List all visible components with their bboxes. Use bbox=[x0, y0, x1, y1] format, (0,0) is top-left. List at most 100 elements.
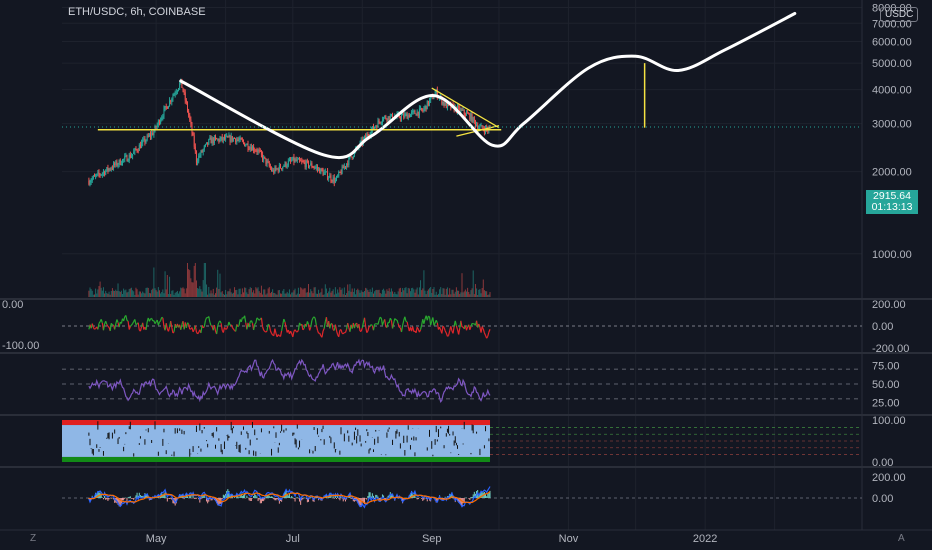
macd-histogram-bar bbox=[167, 498, 169, 499]
oscillator-segment bbox=[450, 326, 453, 331]
macd-histogram-bar bbox=[243, 495, 245, 498]
candle-body bbox=[342, 166, 344, 169]
volume-bar bbox=[461, 273, 463, 297]
oscillator-segment bbox=[486, 335, 489, 339]
candle-body bbox=[318, 168, 320, 170]
volume-bar bbox=[463, 291, 465, 297]
candle-body bbox=[403, 113, 405, 118]
volume-bar bbox=[406, 293, 408, 297]
volume-bar bbox=[383, 288, 385, 297]
volume-bar bbox=[104, 293, 106, 297]
candle-body bbox=[281, 168, 283, 170]
volume-bar bbox=[453, 293, 455, 297]
candle-body bbox=[347, 163, 349, 165]
macd-histogram-bar bbox=[290, 497, 292, 498]
volume-bar bbox=[359, 292, 361, 297]
oscillator-segment bbox=[302, 328, 305, 331]
volume-bar bbox=[328, 291, 330, 297]
volume-bar bbox=[430, 287, 432, 297]
volume-bar bbox=[189, 270, 191, 297]
candle-body bbox=[336, 176, 338, 181]
candle-body bbox=[167, 106, 169, 109]
zoom-reset-icon[interactable]: Z bbox=[30, 533, 36, 544]
candle-body bbox=[250, 147, 252, 151]
candle-body bbox=[275, 167, 277, 169]
candle-body bbox=[197, 161, 199, 163]
candle-body bbox=[147, 135, 149, 137]
oscillator-segment bbox=[396, 319, 399, 324]
volume-bar bbox=[403, 290, 405, 297]
macd-histogram-bar bbox=[170, 498, 172, 499]
volume-bar bbox=[393, 293, 395, 297]
oscillator-segment bbox=[443, 327, 446, 332]
volume-bar bbox=[262, 294, 264, 297]
candle-body bbox=[351, 156, 353, 159]
chart-canvas[interactable]: May Jul Sep Nov 2022 1000.00 2000.00 3000.00 400… bbox=[0, 0, 932, 550]
volume-bar bbox=[347, 284, 349, 297]
candle-body bbox=[332, 177, 334, 182]
oscillator-segment bbox=[180, 324, 183, 330]
candle-body bbox=[106, 167, 108, 171]
volume-bar bbox=[139, 291, 141, 297]
candle-body bbox=[315, 167, 317, 169]
candle-body bbox=[420, 108, 422, 110]
volume-bar bbox=[350, 291, 352, 297]
candle-body bbox=[179, 83, 181, 89]
candle-body bbox=[213, 136, 215, 143]
macd-histogram-bar bbox=[339, 498, 341, 501]
volume-bar bbox=[91, 290, 93, 297]
candle-body bbox=[480, 125, 482, 127]
volume-bar bbox=[225, 289, 227, 297]
candle-body bbox=[473, 117, 475, 121]
macd-histogram-bar bbox=[264, 498, 266, 500]
candle-body bbox=[476, 125, 478, 127]
volume-bar bbox=[381, 289, 383, 297]
candle-body bbox=[334, 180, 336, 183]
candle-body bbox=[352, 156, 354, 159]
volume-bar bbox=[216, 287, 218, 297]
oscillator-segment bbox=[254, 322, 257, 325]
candle-body bbox=[470, 113, 472, 120]
oscillator-segment bbox=[91, 323, 94, 328]
candle-body bbox=[105, 170, 107, 175]
macd-histogram-bar bbox=[221, 498, 223, 500]
candle-body bbox=[189, 115, 191, 120]
oscillator-segment bbox=[231, 327, 234, 330]
volume-bar bbox=[388, 288, 390, 297]
candle-body bbox=[223, 137, 225, 140]
stoch-tick-label: 100.00 bbox=[872, 415, 906, 427]
auto-scale-icon[interactable]: A bbox=[898, 533, 905, 544]
volume-bar bbox=[349, 284, 351, 297]
candle-body bbox=[97, 172, 99, 174]
volume-bar bbox=[314, 287, 316, 297]
oscillator-segment bbox=[294, 329, 297, 332]
candle-body bbox=[304, 162, 306, 168]
volume-bar bbox=[414, 292, 416, 297]
oscillator-segment bbox=[342, 332, 345, 335]
volume-bar bbox=[417, 294, 419, 297]
candle-body bbox=[321, 168, 323, 171]
macd-histogram-bar bbox=[302, 498, 304, 500]
volume-bar bbox=[286, 291, 288, 297]
macd-histogram-bar bbox=[130, 498, 132, 499]
volume-bar bbox=[303, 288, 305, 297]
candle-body bbox=[377, 120, 379, 128]
candle-body bbox=[313, 167, 315, 169]
volume-bar bbox=[134, 294, 136, 297]
oscillator-segment bbox=[274, 328, 277, 334]
volume-bar bbox=[194, 263, 196, 297]
oscillator-segment bbox=[192, 329, 195, 333]
stoch-mid-band bbox=[62, 425, 491, 457]
oscillator-segment bbox=[400, 325, 404, 333]
volume-bar bbox=[238, 288, 240, 297]
candle-body bbox=[390, 114, 392, 116]
candle-body bbox=[269, 166, 271, 169]
candle-body bbox=[91, 178, 93, 181]
candle-body bbox=[471, 113, 473, 123]
macd-histogram-bar bbox=[104, 495, 106, 498]
volume-bar bbox=[338, 292, 340, 297]
currency-badge[interactable]: USDC bbox=[880, 7, 919, 22]
oscillator-segment bbox=[447, 330, 451, 336]
macd-histogram-bar bbox=[470, 497, 472, 498]
volume-bar bbox=[435, 291, 437, 297]
